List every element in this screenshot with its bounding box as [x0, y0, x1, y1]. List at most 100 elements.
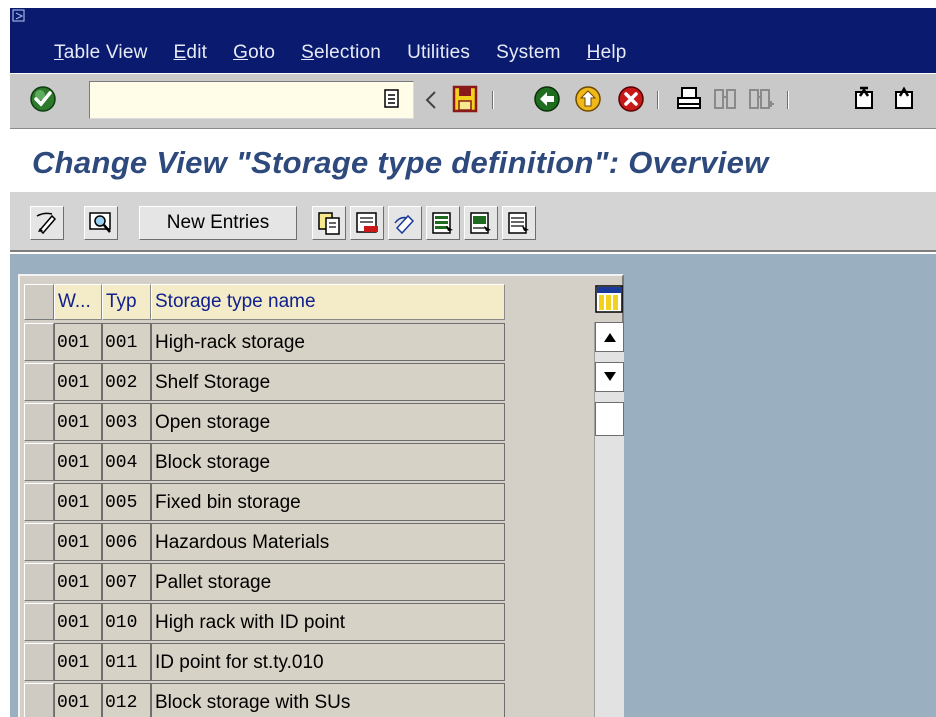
cell-warehouse[interactable]: 001: [54, 323, 102, 361]
row-select-button[interactable]: [24, 523, 54, 561]
cell-warehouse[interactable]: 001: [54, 403, 102, 441]
previous-page-icon[interactable]: [890, 84, 920, 114]
row-select-button[interactable]: [24, 323, 54, 361]
vertical-scrollbar[interactable]: [594, 322, 624, 717]
select-all-rows-button[interactable]: [24, 284, 54, 320]
menu-item-utilities[interactable]: Utilities: [407, 42, 470, 64]
deselect-all-button[interactable]: [502, 206, 536, 240]
row-select-button[interactable]: [24, 363, 54, 401]
cell-storage-type-name[interactable]: Shelf Storage: [151, 363, 505, 401]
cell-storage-type-name[interactable]: ID point for st.ty.010: [151, 643, 505, 681]
cell-type[interactable]: 005: [102, 483, 151, 521]
column-settings-icon[interactable]: [594, 284, 624, 314]
menu-label: elp: [600, 42, 627, 63]
row-select-button[interactable]: [24, 683, 54, 717]
display-change-icon: [36, 212, 57, 235]
menu-item-table-view[interactable]: Table View: [54, 42, 148, 64]
table-row: 001 006 Hazardous Materials: [24, 522, 505, 562]
scroll-down-button[interactable]: [595, 362, 624, 392]
toolbar-separator: [492, 91, 494, 109]
table-body: 001 001 High-rack storage 001 002 Shelf Stora…: [24, 322, 505, 717]
undo-change-button[interactable]: [388, 206, 422, 240]
cell-type[interactable]: 004: [102, 443, 151, 481]
cell-warehouse[interactable]: 001: [54, 523, 102, 561]
cell-warehouse[interactable]: 001: [54, 363, 102, 401]
cell-type[interactable]: 001: [102, 323, 151, 361]
back-icon[interactable]: [532, 84, 562, 114]
row-select-button[interactable]: [24, 483, 54, 521]
cell-type[interactable]: 010: [102, 603, 151, 641]
menu-item-edit[interactable]: Edit: [174, 42, 208, 64]
window-menu-icon[interactable]: [12, 9, 26, 23]
menu-item-help[interactable]: Help: [587, 42, 627, 64]
cell-type[interactable]: 012: [102, 683, 151, 717]
cancel-icon[interactable]: [616, 84, 646, 114]
cell-storage-type-name[interactable]: High rack with ID point: [151, 603, 505, 641]
cell-warehouse[interactable]: 001: [54, 683, 102, 717]
command-field[interactable]: [89, 81, 414, 119]
menu-access-key: G: [233, 42, 249, 63]
back-arrow-icon[interactable]: [424, 90, 438, 110]
select-all-button[interactable]: [426, 206, 460, 240]
undo-change-icon: [394, 214, 415, 235]
delete-button[interactable]: [350, 206, 384, 240]
menu-label: System: [496, 42, 561, 63]
cell-storage-type-name[interactable]: Block storage with SUs: [151, 683, 505, 717]
cell-storage-type-name[interactable]: Block storage: [151, 443, 505, 481]
save-icon[interactable]: [450, 84, 480, 114]
new-entries-button[interactable]: New Entries: [139, 206, 297, 240]
cell-warehouse[interactable]: 001: [54, 483, 102, 521]
menu-item-system[interactable]: System: [496, 42, 561, 64]
scroll-up-button[interactable]: [595, 322, 624, 352]
row-select-button[interactable]: [24, 403, 54, 441]
exit-icon[interactable]: [573, 84, 603, 114]
find-icon[interactable]: [710, 84, 740, 114]
cell-warehouse[interactable]: 001: [54, 443, 102, 481]
menu-item-selection[interactable]: Selection: [301, 42, 381, 64]
copy-as-icon: [318, 212, 340, 235]
select-block-button[interactable]: [464, 206, 498, 240]
table-header: W... Typ Storage type name: [24, 284, 505, 320]
cell-warehouse[interactable]: 001: [54, 563, 102, 601]
row-select-button[interactable]: [24, 563, 54, 601]
table-row: 001 012 Block storage with SUs: [24, 682, 505, 717]
column-header-warehouse[interactable]: W...: [54, 284, 102, 320]
cell-storage-type-name[interactable]: Fixed bin storage: [151, 483, 505, 521]
row-select-button[interactable]: [24, 603, 54, 641]
cell-type[interactable]: 006: [102, 523, 151, 561]
copy-as-button[interactable]: [312, 206, 346, 240]
enter-icon[interactable]: [28, 84, 58, 114]
menu-item-goto[interactable]: Goto: [233, 42, 275, 64]
table-row: 001 007 Pallet storage: [24, 562, 505, 602]
menu-access-key: T: [54, 42, 64, 63]
cell-storage-type-name[interactable]: Hazardous Materials: [151, 523, 505, 561]
find-next-icon[interactable]: [746, 84, 776, 114]
display-change-button[interactable]: [30, 206, 64, 240]
cell-type[interactable]: 011: [102, 643, 151, 681]
scroll-thumb[interactable]: [595, 402, 624, 436]
menu-access-key: H: [586, 42, 601, 63]
details-button[interactable]: [84, 206, 118, 240]
menu-bar: Table View Edit Goto Selection Utilities Syst…: [10, 8, 936, 73]
cell-type[interactable]: 002: [102, 363, 151, 401]
cell-type[interactable]: 003: [102, 403, 151, 441]
row-select-button[interactable]: [24, 443, 54, 481]
cell-storage-type-name[interactable]: Open storage: [151, 403, 505, 441]
cell-warehouse[interactable]: 001: [54, 603, 102, 641]
content-area: W... Typ Storage type name 001 001 High-ra…: [10, 254, 936, 717]
select-block-icon: [470, 212, 491, 234]
menu-label: dit: [186, 42, 208, 63]
toolbar-separator: [657, 91, 659, 109]
table-row: 001 005 Fixed bin storage: [24, 482, 505, 522]
first-page-icon[interactable]: [850, 84, 880, 114]
column-header-type[interactable]: Typ: [102, 284, 151, 320]
toolbar-separator: [787, 91, 789, 109]
row-select-button[interactable]: [24, 643, 54, 681]
cell-warehouse[interactable]: 001: [54, 643, 102, 681]
print-icon[interactable]: [674, 84, 704, 114]
column-header-storage-type-name[interactable]: Storage type name: [151, 284, 505, 320]
cell-storage-type-name[interactable]: High-rack storage: [151, 323, 505, 361]
cell-storage-type-name[interactable]: Pallet storage: [151, 563, 505, 601]
cell-type[interactable]: 007: [102, 563, 151, 601]
history-icon[interactable]: [382, 88, 402, 110]
